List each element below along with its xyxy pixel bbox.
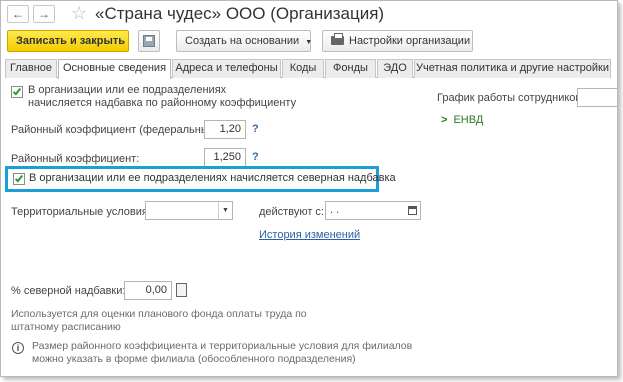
regional-checkbox-label-line1: В организации или ее подразделениях	[28, 84, 227, 96]
tab-accounting-policy[interactable]: Учетная политика и другие настройки	[414, 59, 611, 78]
info-icon: i	[12, 342, 24, 354]
tab-basic-info[interactable]: Основные сведения	[58, 59, 171, 79]
tab-addresses-phones[interactable]: Адреса и телефоны	[172, 59, 281, 78]
valid-from-value: . .	[330, 204, 340, 216]
northern-allowance-label: В организации или ее подразделениях начи…	[29, 172, 396, 184]
help-icon[interactable]: ?	[252, 123, 259, 135]
star-icon[interactable]: ☆	[71, 2, 87, 24]
valid-from-date-input[interactable]: . .	[325, 201, 421, 220]
create-based-on-button[interactable]: Создать на основании ▼	[176, 30, 313, 52]
envd-link[interactable]: > ЕНВД	[441, 114, 483, 126]
tab-edo[interactable]: ЭДО	[377, 59, 413, 78]
calculator-icon[interactable]	[176, 283, 187, 297]
tab-content-basic-info: В организации или ее подразделениях начи…	[1, 79, 617, 376]
chevron-down-icon: ▼	[305, 39, 313, 46]
organization-settings-button[interactable]: Настройки организации	[322, 30, 473, 52]
checkmark-icon	[12, 86, 22, 96]
create-based-on-label: Создать на основании	[185, 35, 300, 47]
territorial-conditions-label: Территориальные условия:	[11, 206, 151, 218]
chevron-down-icon[interactable]: ▼	[218, 202, 232, 219]
fund-hint-line2: штатному расписанию	[11, 321, 121, 333]
printer-icon	[331, 33, 344, 45]
northern-percent-label: % северной надбавки:	[11, 285, 126, 297]
save-and-close-button[interactable]: Записать и закрыть	[7, 30, 129, 52]
help-icon[interactable]: ?	[252, 151, 259, 163]
regional-coefficient-checkbox[interactable]	[11, 86, 23, 98]
change-history-link[interactable]: История изменений	[259, 229, 360, 241]
schedule-label: График работы сотрудников:	[437, 92, 585, 104]
checkmark-icon	[14, 173, 24, 183]
branch-hint-line1: Размер районного коэффициента и территор…	[32, 340, 413, 352]
northern-percent-value: 0,00	[145, 284, 167, 296]
federal-coefficient-label: Районный коэффициент (федеральный):	[11, 124, 222, 136]
envd-label: ЕНВД	[453, 114, 484, 126]
fund-hint-line1: Используется для оценки планового фонда …	[11, 308, 307, 320]
floppy-disk-icon	[143, 35, 155, 47]
command-bar: Записать и закрыть Создать на основании …	[1, 30, 617, 54]
organization-settings-label: Настройки организации	[349, 35, 471, 47]
save-button[interactable]	[138, 30, 160, 52]
tab-main[interactable]: Главное	[5, 59, 57, 78]
regional-checkbox-label-line2: начисляется надбавка по районному коэффи…	[28, 97, 297, 109]
territorial-conditions-select[interactable]: ▼	[145, 201, 233, 220]
northern-allowance-checkbox[interactable]	[13, 173, 25, 185]
chevron-right-icon: >	[441, 114, 448, 126]
tab-codes[interactable]: Коды	[282, 59, 324, 78]
coefficient-label: Районный коэффициент:	[11, 153, 140, 165]
tab-bar: Главное Основные сведения Адреса и телеф…	[5, 59, 611, 79]
valid-from-label: действуют с:	[259, 206, 324, 218]
calendar-icon[interactable]	[408, 206, 417, 215]
schedule-input[interactable]	[577, 88, 617, 107]
coefficient-input[interactable]: 1,250	[204, 148, 246, 167]
arrow-left-icon[interactable]: ←	[7, 5, 29, 23]
tab-funds[interactable]: Фонды	[325, 59, 376, 78]
arrow-right-icon[interactable]: →	[33, 5, 55, 23]
form-window: ← → ☆ «Страна чудес» ООО (Организация) З…	[0, 0, 618, 377]
title-bar: ← → ☆ «Страна чудес» ООО (Организация)	[1, 1, 617, 27]
federal-coefficient-input[interactable]: 1,20	[204, 120, 246, 139]
branch-hint-line2: можно указать в форме филиала (обособлен…	[32, 353, 356, 365]
northern-percent-input[interactable]: 0,00	[124, 281, 187, 300]
page-title: «Страна чудес» ООО (Организация)	[95, 4, 385, 23]
